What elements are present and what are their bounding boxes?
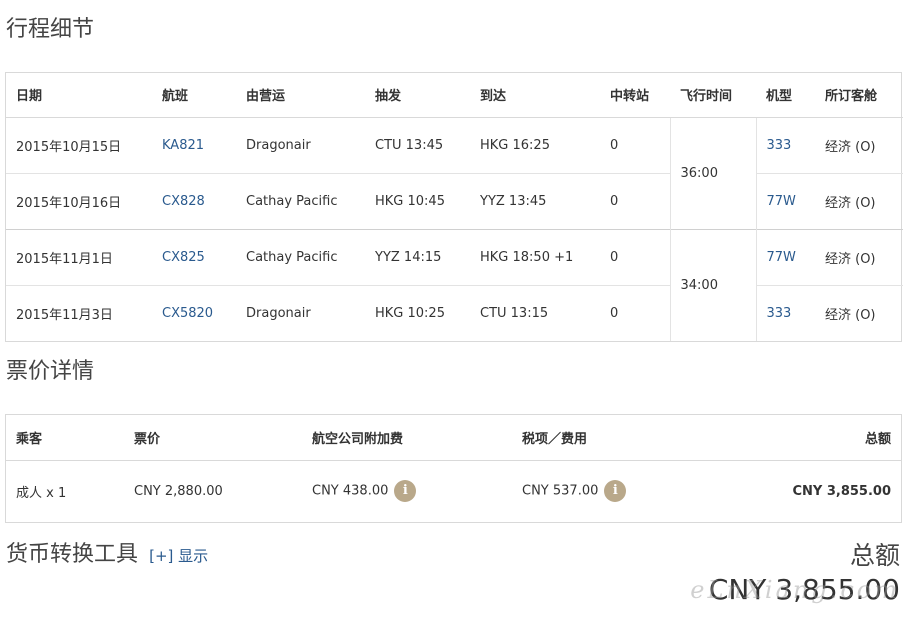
flight-date: 2015年10月16日 [6,172,152,229]
trip-duration: 34:00 [669,228,757,341]
flight-arrive: YYZ 13:45 [470,172,600,229]
table-row: 2015年11月1日 CX825 Cathay Pacific YYZ 14:1… [6,228,903,341]
flight-number-link[interactable]: CX5820 [152,284,236,341]
flight-number-link[interactable]: KA821 [152,117,236,173]
flight-stops: 0 [600,228,670,285]
flight-operator: Cathay Pacific [236,228,365,285]
flight-number-link[interactable]: CX828 [152,172,236,229]
info-icon[interactable]: i [394,480,417,503]
surcharge-cell: CNY 438.00 i [302,460,512,522]
header-depart: 抽发 [365,73,470,118]
header-flight: 航班 [152,73,236,118]
aircraft-link[interactable]: 333 [756,117,815,173]
passenger-type: 成人 x 1 [16,485,67,501]
flight-arrive: CTU 13:15 [470,284,600,341]
flight-depart: CTU 13:45 [375,137,444,153]
itinerary-header-row: 日期 航班 由营运 抽发 到达 中转站 飞行时间 机型 所订客舱 [6,73,903,118]
flight-operator: Dragonair [236,284,365,341]
aircraft-link[interactable]: 77W [756,228,815,285]
fare-total: CNY 3,855.00 [792,483,891,499]
flight-operator: Dragonair [246,137,311,153]
taxes-cell: CNY 537.00 i [512,460,712,522]
flight-number-link[interactable]: CX825 [152,228,236,285]
taxes-value: CNY 537.00 [522,483,599,499]
flight-arrive: HKG 16:25 [480,137,550,153]
flight-cabin: 经济 (O) [815,284,903,341]
flight-date: 2015年11月1日 [6,228,152,285]
header-operator: 由营运 [236,73,365,118]
aircraft-link[interactable]: 77W [756,172,815,229]
itinerary-panel: 日期 航班 由营运 抽发 到达 中转站 飞行时间 机型 所订客舱 2015年10… [5,72,903,342]
header-duration: 飞行时间 [670,73,756,118]
fare-header-row: 乘客 票价 航空公司附加费 税项／费用 总额 [6,415,901,461]
info-icon[interactable]: i [604,480,627,503]
header-date: 日期 [6,73,152,118]
currency-tool-toggle[interactable]: [+] 显示 [149,547,208,565]
table-row: 2015年11月3日 CX5820 Dragonair HKG 10:25 CT… [6,284,903,341]
trip-duration: 36:00 [669,117,757,229]
table-row: 2015年10月15日 KA821 Dragonair CTU 13:45 HK… [6,117,903,229]
header-surcharge: 航空公司附加费 [302,415,512,461]
flight-cabin: 经济 (O) [815,228,903,285]
base-fare: CNY 2,880.00 [134,483,223,499]
flight-stops: 0 [600,172,670,229]
flight-depart: HKG 10:25 [365,284,470,341]
table-row: 2015年10月16日 CX828 Cathay Pacific HKG 10:… [6,172,903,229]
grand-total-value: CNY 3,855.00 [708,573,900,606]
flight-stops: 0 [610,137,619,153]
header-passenger: 乘客 [6,415,124,461]
flight-depart: YYZ 14:15 [365,228,470,285]
aircraft-link[interactable]: 333 [756,284,815,341]
currency-tool-title: 货币转换工具 [6,542,139,567]
flight-arrive: HKG 18:50 +1 [470,228,600,285]
flight-cabin: 经济 (O) [815,172,903,229]
itinerary-table: 日期 航班 由营运 抽发 到达 中转站 飞行时间 机型 所订客舱 2015年10… [6,73,903,341]
header-total: 总额 [712,415,901,461]
grand-total-label: 总额 [849,541,900,570]
header-taxes: 税项／费用 [512,415,712,461]
header-cabin: 所订客舱 [815,73,903,118]
flight-cabin: 经济 (O) [825,139,876,155]
fare-panel: 乘客 票价 航空公司附加费 税项／费用 总额 成人 x 1 CNY 2,880.… [5,414,902,523]
fare-title: 票价详情 [6,359,95,384]
flight-date: 2015年10月15日 [16,139,122,155]
currency-tool-row: 货币转换工具 [+] 显示 [6,541,208,569]
header-arrive: 到达 [470,73,600,118]
flight-date: 2015年11月3日 [6,284,152,341]
table-row: 成人 x 1 CNY 2,880.00 CNY 438.00 i CNY 537.… [6,460,901,522]
header-stops: 中转站 [600,73,670,118]
flight-stops: 0 [600,284,670,341]
flight-operator: Cathay Pacific [236,172,365,229]
surcharge-value: CNY 438.00 [312,483,389,499]
itinerary-title: 行程细节 [6,17,95,42]
header-aircraft: 机型 [756,73,815,118]
fare-table: 乘客 票价 航空公司附加费 税项／费用 总额 成人 x 1 CNY 2,880.… [6,415,901,522]
header-fare: 票价 [124,415,302,461]
flight-depart: HKG 10:45 [365,172,470,229]
